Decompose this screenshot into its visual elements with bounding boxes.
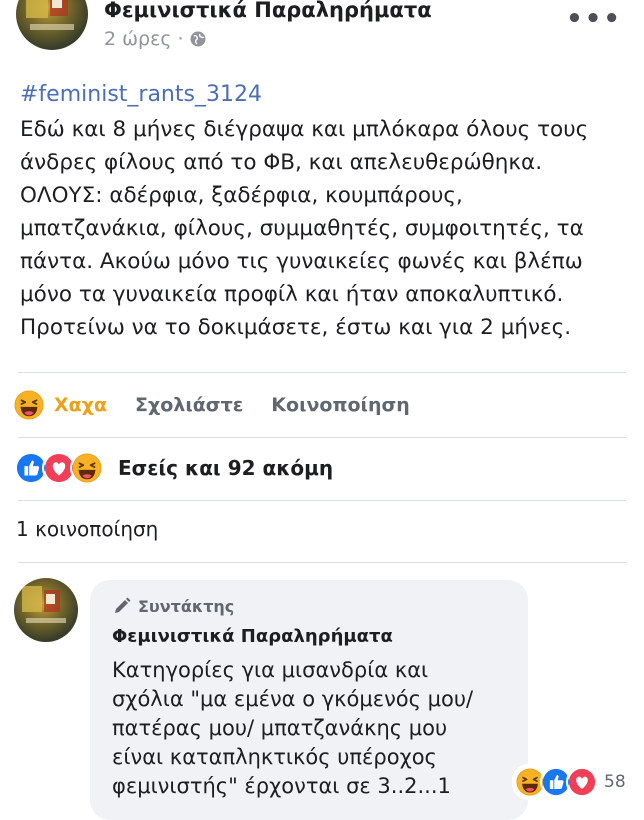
divider-top <box>18 372 626 373</box>
page-name[interactable]: Φεμινιστικά Παραληρήματα <box>104 0 432 22</box>
author-badge: Συντάκτης <box>112 596 234 616</box>
comment-author-name[interactable]: Φεμινιστικά Παραληρήματα <box>112 626 393 647</box>
post-hashtag[interactable]: #feminist_rants_3124 <box>20 82 262 107</box>
haha-reaction-button[interactable]: Χαχα <box>14 390 107 420</box>
post-time[interactable]: 2 ώρες <box>104 28 172 50</box>
post-text: Εδώ και 8 μήνες διέγραψα και μπλόκαρα όλ… <box>20 117 589 340</box>
haha-label: Χαχα <box>54 394 108 416</box>
post-action-bar: Χαχα Σχολιάστε Κοινοποίηση <box>14 388 438 422</box>
more-options-icon[interactable]: ••• <box>566 4 622 34</box>
share-label: Κοινοποίηση <box>271 394 410 416</box>
comment-author-avatar[interactable] <box>14 578 78 642</box>
haha-emoji-icon <box>14 390 44 420</box>
reactions-summary[interactable]: Εσείς και 92 ακόμη <box>14 451 333 485</box>
comment-label: Σχολιάστε <box>135 394 244 416</box>
comment-reaction-count: 58 <box>604 772 626 792</box>
love-icon <box>566 766 598 798</box>
divider-bottom <box>18 562 626 563</box>
post-meta: 2 ώρες · <box>104 28 206 50</box>
reactions-summary-text: Εσείς και 92 ακόμη <box>118 456 334 480</box>
globe-icon <box>190 31 206 47</box>
page-avatar[interactable] <box>16 0 88 50</box>
pencil-icon <box>115 597 131 613</box>
divider-lower <box>18 500 626 501</box>
comment-button[interactable]: Σχολιάστε <box>135 394 243 416</box>
divider-middle <box>18 437 626 438</box>
share-button[interactable]: Κοινοποίηση <box>271 394 410 416</box>
meta-separator: · <box>177 28 184 50</box>
haha-emoji-icon <box>70 451 104 485</box>
page-avatar-image <box>26 0 74 30</box>
comment-reactions[interactable]: 58 <box>512 764 632 800</box>
comment-avatar-image <box>22 586 66 623</box>
shares-count[interactable]: 1 κοινοποίηση <box>16 517 158 541</box>
comment-text: Κατηγορίες για μισανδρία και σχόλια "μα … <box>112 658 474 798</box>
author-badge-label: Συντάκτης <box>138 596 235 616</box>
